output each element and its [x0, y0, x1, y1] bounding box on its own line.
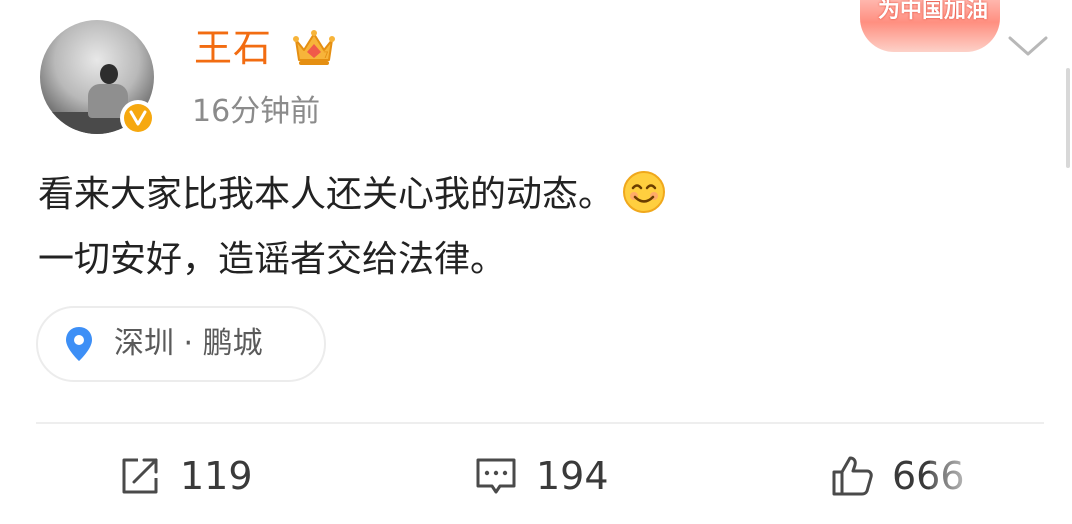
like-button[interactable]: 666 — [830, 452, 965, 500]
verified-v-icon — [129, 110, 147, 126]
avatar-photo-head — [100, 64, 118, 84]
vip-crown-icon[interactable]: 7 — [292, 28, 336, 68]
post-text: 看来大家比我本人还关心我的动态。 — [38, 174, 615, 215]
comment-icon — [476, 458, 516, 494]
svg-text:7: 7 — [323, 51, 329, 61]
smile-emoji-icon — [623, 171, 666, 213]
comment-count: 194 — [536, 454, 609, 498]
post-timestamp: 16分钟前 — [192, 94, 321, 129]
post-text-line-1: 看来大家比我本人还关心我的动态。 — [38, 170, 666, 219]
event-banner[interactable]: 为中国加油 — [860, 0, 1000, 52]
banner-label: 为中国加油 — [878, 0, 989, 23]
repost-button[interactable]: 119 — [118, 452, 253, 500]
divider — [36, 422, 1044, 424]
scrollbar[interactable] — [1066, 68, 1070, 168]
repost-count: 119 — [180, 454, 253, 498]
location-pin-icon — [66, 327, 92, 361]
location-tag[interactable]: 深圳 · 鹏城 — [36, 306, 326, 382]
post-text-line-2: 一切安好，造谣者交给法律。 — [38, 239, 507, 280]
comment-button[interactable]: 194 — [474, 452, 609, 500]
like-count: 666 — [892, 454, 965, 498]
location-label: 深圳 · 鹏城 — [114, 326, 263, 361]
username[interactable]: 王石 — [194, 22, 272, 74]
verified-badge-icon — [120, 100, 156, 136]
thumbs-up-icon — [832, 456, 873, 496]
chevron-down-icon[interactable] — [1004, 30, 1052, 62]
share-icon — [122, 458, 158, 494]
